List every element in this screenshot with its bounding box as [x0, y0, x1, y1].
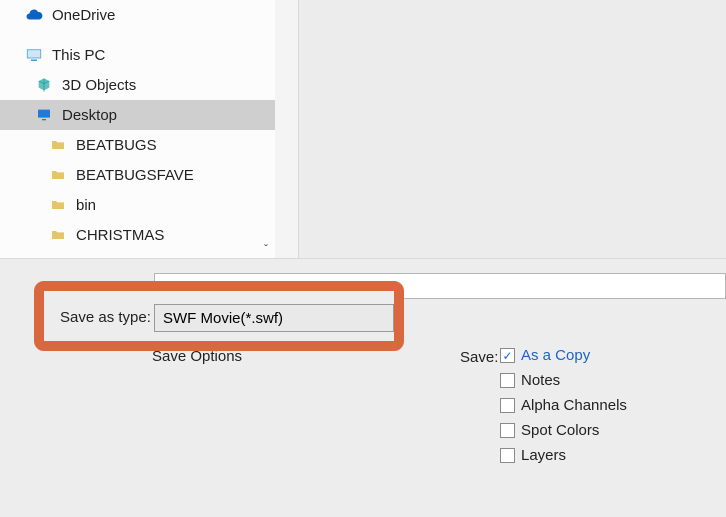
tree-item-label: BEATBUGSFAVE	[76, 167, 275, 184]
tree-item-label: This PC	[52, 47, 275, 64]
tree-item-label: bin	[76, 197, 275, 214]
tree-item-onedrive[interactable]: OneDrive	[0, 0, 275, 30]
pc-icon	[24, 45, 44, 65]
checkbox-icon[interactable]	[500, 448, 515, 463]
file-name-field[interactable]	[154, 273, 726, 299]
save-option-label: Alpha Channels	[521, 397, 627, 414]
folder-icon	[48, 195, 68, 215]
tree-item-desktop[interactable]: Desktop	[0, 100, 275, 130]
tree-item-label: Desktop	[62, 107, 275, 124]
tree-item-3d-objects[interactable]: 3D Objects	[0, 70, 275, 100]
cube-icon	[34, 75, 54, 95]
folder-tree-list: OneDrive This PC 3D Objects Desktop	[0, 0, 275, 258]
tree-item-folder[interactable]: CHRISTMAS	[0, 220, 275, 250]
tree-item-label: 3D Objects	[62, 77, 275, 94]
tree-item-folder[interactable]: DONE2021	[0, 250, 275, 258]
save-option-spot-colors[interactable]: Spot Colors	[500, 422, 627, 439]
preview-pane	[298, 0, 726, 258]
save-option-label: Notes	[521, 372, 560, 389]
save-as-type-label: Save as type:	[60, 309, 151, 326]
cloud-icon	[24, 5, 44, 25]
save-as-type-value: SWF Movie(*.swf)	[163, 310, 283, 327]
folder-icon	[48, 225, 68, 245]
save-option-alpha-channels[interactable]: Alpha Channels	[500, 397, 627, 414]
save-option-label: As a Copy	[521, 347, 590, 364]
checkbox-icon[interactable]	[500, 373, 515, 388]
save-option-notes[interactable]: Notes	[500, 372, 627, 389]
chevron-down-icon[interactable]: ˇ	[259, 242, 273, 256]
tree-item-this-pc[interactable]: This PC	[0, 40, 275, 70]
save-options-link[interactable]: Save Options	[152, 348, 242, 365]
tree-item-label: OneDrive	[52, 7, 275, 24]
checkbox-icon[interactable]	[500, 423, 515, 438]
tree-item-folder[interactable]: BEATBUGS	[0, 130, 275, 160]
tree-item-folder[interactable]: bin	[0, 190, 275, 220]
file-name-input[interactable]	[155, 274, 725, 298]
tree-item-label: BEATBUGS	[76, 137, 275, 154]
save-option-label: Layers	[521, 447, 566, 464]
checkbox-icon[interactable]	[500, 398, 515, 413]
tree-item-folder[interactable]: BEATBUGSFAVE	[0, 160, 275, 190]
folder-icon	[48, 135, 68, 155]
save-option-layers[interactable]: Layers	[500, 447, 627, 464]
folder-tree: OneDrive This PC 3D Objects Desktop	[0, 0, 275, 258]
checkbox-icon[interactable]	[500, 348, 515, 363]
save-options-group: As a Copy Notes Alpha Channels Spot Colo…	[500, 347, 627, 464]
save-as-type-dropdown[interactable]: SWF Movie(*.swf)	[154, 304, 394, 332]
save-option-as-a-copy[interactable]: As a Copy	[500, 347, 627, 364]
save-section-label: Save:	[460, 349, 498, 366]
folder-icon	[48, 165, 68, 185]
save-option-label: Spot Colors	[521, 422, 599, 439]
tree-scrollbar[interactable]: ˇ	[257, 0, 275, 258]
monitor-icon	[34, 105, 54, 125]
save-panel: Save as type: SWF Movie(*.swf) Save Opti…	[0, 258, 726, 517]
tree-item-label: CHRISTMAS	[76, 227, 275, 244]
